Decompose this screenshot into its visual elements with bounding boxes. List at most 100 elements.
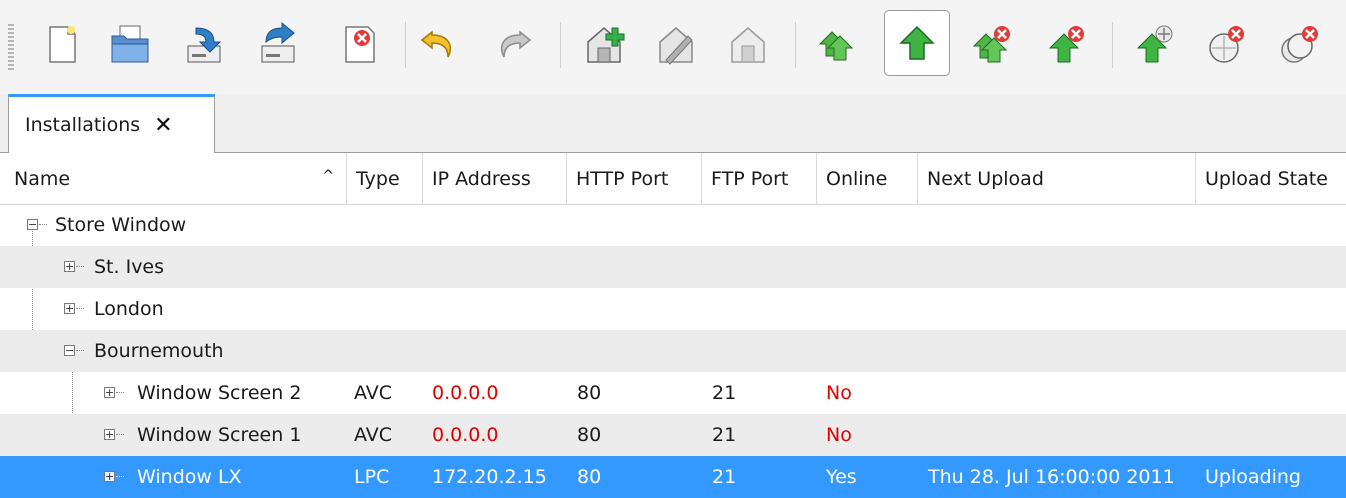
toolbar-separator	[560, 22, 561, 68]
export-button[interactable]	[252, 18, 304, 70]
tree-connector	[76, 308, 84, 309]
column-header-label: IP Address	[432, 167, 531, 190]
row-type: AVC	[354, 424, 393, 446]
edit-installation-icon	[659, 27, 693, 65]
row-name: Store Window	[55, 214, 187, 236]
cancel-upload-icon	[1048, 26, 1084, 63]
expand-icon[interactable]: +	[104, 471, 115, 482]
new-file-button[interactable]	[36, 18, 88, 70]
upload-all-button[interactable]	[812, 18, 864, 70]
column-header-label: HTTP Port	[576, 167, 669, 190]
table-row[interactable]: + Window Screen 2 AVC 0.0.0.0 80 21 No	[0, 372, 1346, 414]
toolbar	[0, 0, 1346, 95]
upload-all-icon	[818, 31, 854, 61]
import-icon	[187, 27, 222, 63]
column-header-http-port[interactable]: HTTP Port	[567, 153, 702, 204]
column-header-label: Name	[14, 167, 71, 190]
tree-row-store-window[interactable]: − Store Window	[0, 204, 1346, 246]
column-header-label: Upload State	[1205, 167, 1328, 190]
table-row[interactable]: + Window Screen 1 AVC 0.0.0.0 80 21 No	[0, 414, 1346, 456]
upload-button[interactable]	[884, 10, 950, 76]
tree-row-london[interactable]: + London	[0, 288, 1346, 330]
remote-upload-button[interactable]	[1128, 18, 1180, 70]
column-header-ip-address[interactable]: IP Address	[423, 153, 567, 204]
add-installation-icon	[587, 27, 625, 63]
table-row-selected[interactable]: + Window LX LPC 172.20.2.15 80 21 Yes Th…	[0, 456, 1346, 498]
row-http-port: 80	[577, 382, 602, 404]
row-name: St. Ives	[94, 256, 165, 278]
export-icon	[261, 22, 295, 63]
close-icon[interactable]: ✕	[154, 113, 172, 138]
row-name: Window LX	[137, 466, 242, 488]
edit-installation-button[interactable]	[650, 18, 702, 70]
undo-button[interactable]	[414, 18, 466, 70]
toolbar-separator	[1112, 22, 1113, 68]
cancel-upload-all-button[interactable]	[966, 18, 1018, 70]
open-button[interactable]	[104, 18, 156, 70]
tree-connector	[39, 224, 47, 225]
tree-connector	[76, 350, 84, 351]
column-header-type[interactable]: Type	[347, 153, 423, 204]
row-name: Bournemouth	[94, 340, 224, 362]
add-installation-button[interactable]	[578, 18, 630, 70]
row-next-upload: Thu 28. Jul 16:00:00 2011	[928, 466, 1175, 488]
tree-row-st-ives[interactable]: + St. Ives	[0, 246, 1346, 288]
row-ip-address: 172.20.2.15	[432, 466, 547, 488]
installation-icon	[731, 27, 765, 63]
row-ip-address: 0.0.0.0	[432, 382, 499, 404]
row-name: London	[94, 298, 164, 320]
column-header-online[interactable]: Online	[817, 153, 918, 204]
tree-connector	[116, 476, 124, 477]
tab-installations[interactable]: Installations ✕	[8, 94, 215, 153]
row-name: Window Screen 1	[137, 424, 302, 446]
tab-label: Installations	[25, 114, 141, 136]
delete-file-button[interactable]	[334, 18, 386, 70]
new-file-icon	[49, 26, 76, 63]
cancel-remote-all-button[interactable]	[1274, 18, 1326, 70]
tree-connector	[76, 266, 84, 267]
table-header: Name ^ Type IP Address HTTP Port FTP Por…	[0, 153, 1346, 205]
tab-strip: Installations ✕	[0, 94, 1346, 153]
sort-ascending-icon: ^	[322, 168, 334, 184]
row-ftp-port: 21	[712, 382, 737, 404]
expand-icon[interactable]: +	[104, 387, 115, 398]
import-button[interactable]	[178, 18, 230, 70]
cancel-remote-button[interactable]	[1200, 18, 1252, 70]
column-header-ftp-port[interactable]: FTP Port	[702, 153, 817, 204]
expand-icon[interactable]: +	[104, 429, 115, 440]
column-header-label: Type	[356, 167, 400, 190]
row-ftp-port: 21	[712, 466, 737, 488]
row-http-port: 80	[577, 424, 602, 446]
undo-icon	[420, 30, 452, 58]
collapse-icon[interactable]: −	[27, 219, 38, 230]
column-header-label: Next Upload	[927, 167, 1044, 190]
open-folder-icon	[111, 25, 149, 63]
expand-icon[interactable]: +	[64, 303, 75, 314]
redo-button[interactable]	[486, 18, 538, 70]
tree-row-bournemouth[interactable]: − Bournemouth	[0, 330, 1346, 372]
cancel-upload-button[interactable]	[1040, 18, 1092, 70]
row-type: AVC	[354, 382, 393, 404]
remote-upload-icon	[1136, 25, 1173, 63]
upload-icon	[899, 25, 935, 60]
toolbar-separator	[795, 22, 796, 68]
row-online-status: No	[826, 382, 852, 404]
cancel-remote-icon	[1209, 26, 1244, 63]
column-header-upload-state[interactable]: Upload State	[1196, 153, 1346, 204]
delete-file-icon	[345, 26, 375, 63]
row-upload-state: Uploading	[1205, 466, 1301, 488]
collapse-icon[interactable]: −	[64, 345, 75, 356]
row-name: Window Screen 2	[137, 382, 302, 404]
redo-icon	[500, 30, 532, 58]
toolbar-grip[interactable]	[8, 24, 14, 72]
toolbar-separator	[405, 22, 406, 68]
column-header-name[interactable]: Name ^	[0, 153, 347, 204]
row-http-port: 80	[577, 466, 602, 488]
tree-connector	[116, 434, 124, 435]
column-header-label: FTP Port	[711, 167, 789, 190]
row-online-status: No	[826, 424, 852, 446]
expand-icon[interactable]: +	[64, 261, 75, 272]
column-header-next-upload[interactable]: Next Upload	[918, 153, 1196, 204]
installation-button[interactable]	[722, 18, 774, 70]
tree-connector	[116, 392, 124, 393]
